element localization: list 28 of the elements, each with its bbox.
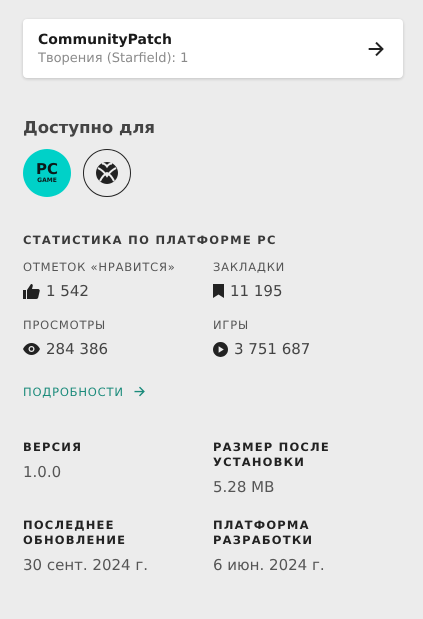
- stat-label: ПРОСМОТРЫ: [23, 318, 107, 332]
- creator-card[interactable]: CommunityPatch Творения (Starfield): 1: [23, 19, 403, 78]
- detail-value: 6 июн. 2024 г.: [213, 556, 326, 574]
- eye-icon: [23, 343, 40, 355]
- detail-label: ПОСЛЕДНЕЕ ОБНОВЛЕНИЕ: [23, 518, 128, 548]
- play-icon: [213, 342, 228, 356]
- bookmark-icon: [213, 284, 224, 298]
- creator-name: CommunityPatch: [38, 32, 173, 48]
- xbox-icon: [95, 161, 119, 185]
- section-heading: Доступно для: [23, 118, 156, 137]
- details-link[interactable]: ПОДРОБНОСТИ: [23, 384, 147, 399]
- arrow-right-icon: [132, 384, 147, 399]
- section-title: СТАТИСТИКА ПО ПЛАТФОРМЕ PC: [23, 233, 278, 247]
- detail-value: 1.0.0: [23, 462, 62, 480]
- stat-value: 1 542: [46, 282, 89, 300]
- detail-value: 30 сент. 2024 г.: [23, 556, 150, 574]
- detail-label: ПЛАТФОРМА РАЗРАБОТКИ: [213, 518, 314, 548]
- stat-value: 3 751 687: [234, 340, 310, 358]
- detail-label: ВЕРСИЯ: [23, 440, 84, 454]
- stat-label: ЗАКЛАДКИ: [213, 260, 286, 274]
- stat-value: 284 386: [46, 340, 108, 358]
- thumbs-up-icon: [23, 284, 40, 298]
- detail-label: РАЗМЕР ПОСЛЕ УСТАНОВКИ: [213, 440, 331, 470]
- stat-value: 11 195: [230, 282, 282, 300]
- stat-label: ОТМЕТОК «НРАВИТСЯ»: [23, 260, 177, 274]
- detail-value: 5.28 MB: [213, 478, 276, 496]
- stat-label: ИГРЫ: [213, 318, 250, 332]
- creator-subtitle: Творения (Starfield): 1: [38, 51, 188, 66]
